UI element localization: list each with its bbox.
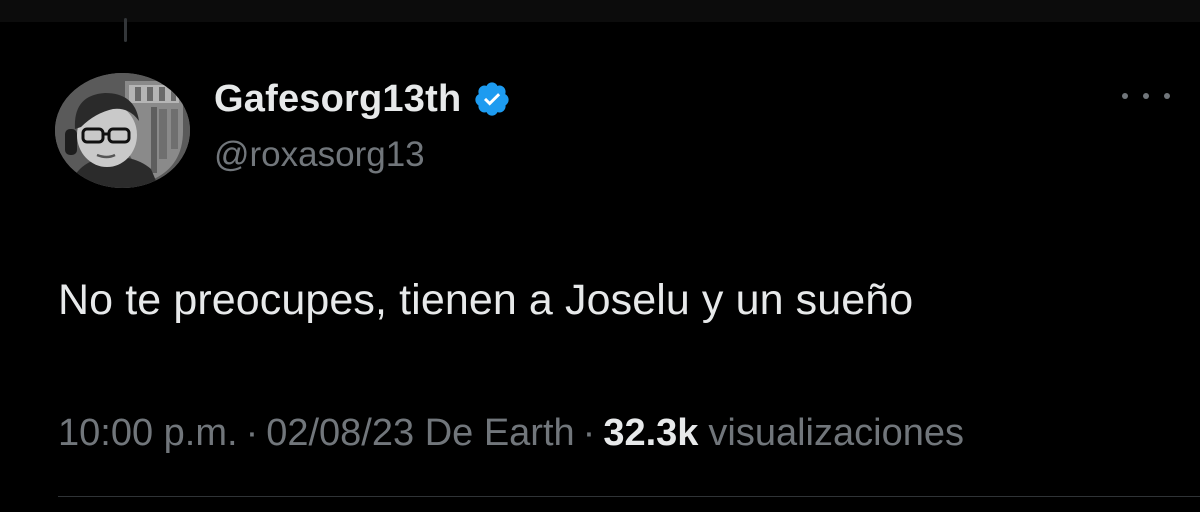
avatar-image [55,73,190,188]
tweet-time[interactable]: 10:00 p.m. [58,412,238,455]
views-label[interactable]: visualizaciones [708,412,964,455]
more-dot [1122,93,1128,99]
tweet-meta: 10:00 p.m. · 02/08/23 De Earth · 32.3k v… [58,412,964,455]
verified-badge-icon[interactable] [473,80,511,118]
meta-separator: · [582,412,596,454]
more-dot [1164,93,1170,99]
views-count[interactable]: 32.3k [603,412,698,455]
divider [58,496,1200,497]
avatar[interactable] [55,73,190,188]
more-options-icon[interactable] [1122,82,1170,110]
tweet-text: No te preocupes, tienen a Joselu y un su… [58,276,914,324]
tweet: Gafesorg13th @roxasorg13 No te preocupes… [0,0,1200,512]
author-handle[interactable]: @roxasorg13 [214,135,425,175]
author-name-row: Gafesorg13th [214,73,511,125]
more-dot [1143,93,1149,99]
display-name[interactable]: Gafesorg13th [214,78,461,121]
meta-separator: · [245,412,259,454]
tweet-date-source[interactable]: 02/08/23 De Earth [266,412,574,455]
